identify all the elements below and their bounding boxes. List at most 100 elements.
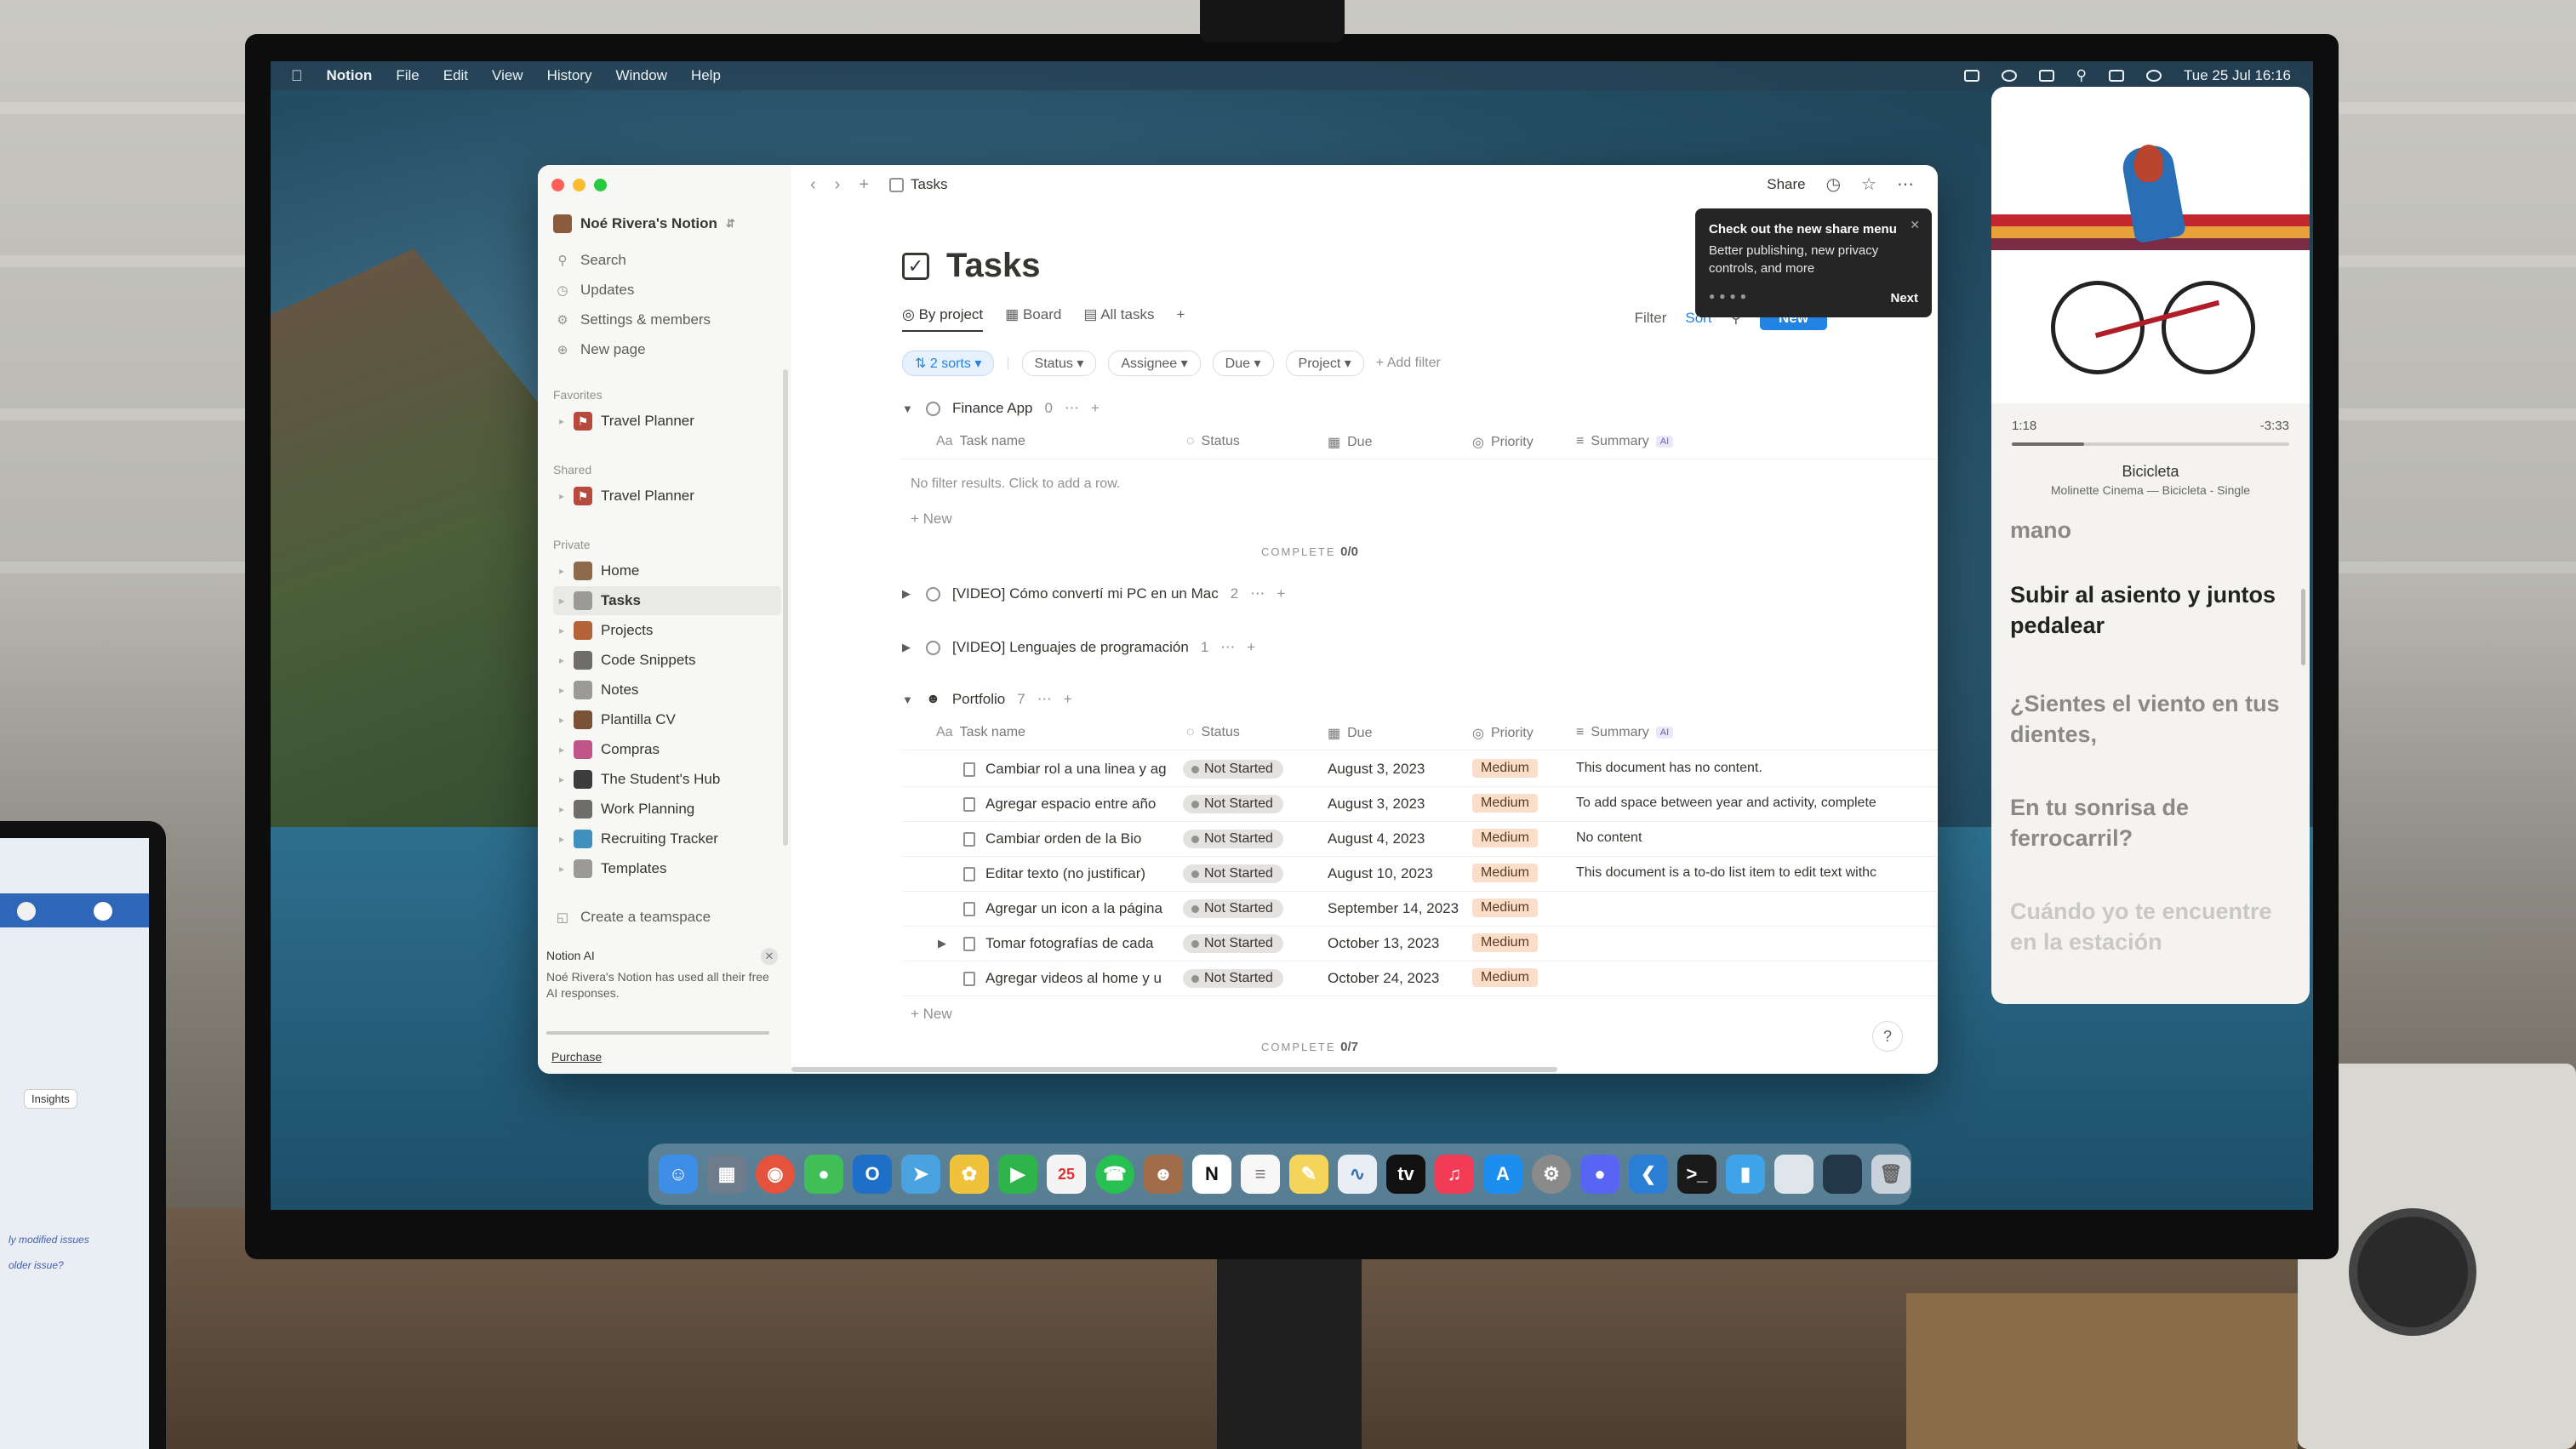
music-icon[interactable]: ♫ bbox=[1435, 1155, 1474, 1194]
more-icon[interactable]: ⋯ bbox=[1220, 639, 1235, 656]
terminal-icon[interactable]: >_ bbox=[1677, 1155, 1716, 1194]
sidebar-updates[interactable]: ◷ Updates bbox=[555, 282, 634, 299]
col-status[interactable]: ◌ Status bbox=[1186, 434, 1240, 449]
page-title[interactable]: Tasks bbox=[946, 247, 1040, 285]
back-arrow-icon[interactable]: ‹ bbox=[810, 175, 816, 195]
trash-icon[interactable]: 🗑 bbox=[1871, 1155, 1911, 1194]
tab-by-project[interactable]: ◎ By project bbox=[902, 306, 984, 332]
task-name-cell[interactable]: Editar texto (no justificar) bbox=[963, 865, 1180, 882]
status-badge[interactable]: Not Started bbox=[1183, 934, 1283, 953]
search-icon[interactable]: ⚲ bbox=[2076, 67, 2087, 84]
freeform-icon[interactable]: ∿ bbox=[1338, 1155, 1377, 1194]
col-summary[interactable]: ≡ Summary AI bbox=[1576, 434, 1674, 449]
menu-clock[interactable]: Tue 25 Jul 16:16 bbox=[2184, 67, 2291, 84]
sidebar-item-work-planning[interactable]: ▸ Work Planning bbox=[553, 795, 781, 824]
screen-preview-icon[interactable] bbox=[1774, 1155, 1813, 1194]
sidebar-item-the-student-s-hub[interactable]: ▸ The Student's Hub bbox=[553, 765, 781, 794]
expand-triangle-icon[interactable]: ▶ bbox=[902, 587, 914, 601]
table-row[interactable]: Agregar espacio entre año Not Started Augu… bbox=[902, 787, 1938, 822]
menu-edit[interactable]: Edit bbox=[443, 67, 468, 84]
chevron-right-icon[interactable]: ▸ bbox=[553, 714, 570, 726]
due-date[interactable]: September 14, 2023 bbox=[1328, 900, 1459, 917]
due-date[interactable]: October 24, 2023 bbox=[1328, 970, 1439, 987]
col-status[interactable]: ◌ Status bbox=[1186, 725, 1240, 740]
table-row[interactable]: Cambiar orden de la Bio Not Started August… bbox=[902, 822, 1938, 857]
table-row[interactable]: Cambiar rol a una linea y ag Not Started A… bbox=[902, 752, 1938, 787]
collapse-triangle-icon[interactable]: ▼ bbox=[902, 693, 914, 706]
add-icon[interactable]: + bbox=[1064, 691, 1072, 708]
notion-icon[interactable]: N bbox=[1192, 1155, 1231, 1194]
status-icon[interactable] bbox=[2001, 70, 2017, 82]
sidebar-item-plantilla-cv[interactable]: ▸ Plantilla CV bbox=[553, 705, 781, 734]
priority-badge[interactable]: Medium bbox=[1472, 864, 1538, 882]
group-portfolio[interactable]: ▼ ☻ Portfolio 7 ⋯ + bbox=[902, 691, 1072, 708]
task-name-cell[interactable]: Agregar videos al home y u bbox=[963, 970, 1180, 987]
app-store-icon[interactable]: A bbox=[1483, 1155, 1522, 1194]
lyric-line[interactable]: Cuándo yo te encuentre en la estación bbox=[2010, 897, 2291, 957]
table-row[interactable]: Agregar videos al home y u Not Started Oct… bbox=[902, 961, 1938, 996]
summary-cell[interactable]: No content bbox=[1576, 830, 1938, 846]
status-badge[interactable]: Not Started bbox=[1183, 760, 1283, 779]
sidebar-settings[interactable]: ⚙ Settings & members bbox=[555, 311, 711, 328]
sidebar-item-projects[interactable]: ▸ Projects bbox=[553, 616, 781, 645]
col-priority[interactable]: ◎ Priority bbox=[1472, 725, 1534, 742]
chevron-right-icon[interactable]: ▸ bbox=[553, 595, 570, 607]
status-badge[interactable]: Not Started bbox=[1183, 795, 1283, 813]
task-name-cell[interactable]: Agregar espacio entre año bbox=[963, 796, 1180, 813]
sorts-chip[interactable]: ⇅ 2 sorts ▾ bbox=[902, 351, 995, 376]
more-icon[interactable]: ⋯ bbox=[1065, 400, 1079, 417]
due-date[interactable]: August 4, 2023 bbox=[1328, 830, 1425, 847]
col-due[interactable]: ▦ Due bbox=[1328, 434, 1372, 451]
apple-tv-icon[interactable]: tv bbox=[1386, 1155, 1425, 1194]
sidebar-item-travel-planner-shared[interactable]: ▸ ⚑ Travel Planner bbox=[553, 482, 781, 511]
sidebar-item-travel-planner-favorite[interactable]: ▸ ⚑ Travel Planner bbox=[553, 407, 781, 436]
chevron-right-icon[interactable]: ▸ bbox=[553, 773, 570, 785]
due-date[interactable]: October 13, 2023 bbox=[1328, 935, 1439, 952]
sidebar-item-recruiting-tracker[interactable]: ▸ Recruiting Tracker bbox=[553, 824, 781, 853]
sidebar-scrollbar[interactable] bbox=[783, 369, 788, 846]
chevron-right-icon[interactable]: ▸ bbox=[553, 803, 570, 815]
lyric-line-current[interactable]: Subir al asiento y juntos pedalear bbox=[2010, 580, 2291, 641]
chevron-right-icon[interactable]: ▸ bbox=[553, 565, 570, 577]
table-row[interactable]: Editar texto (no justificar) Not Started A… bbox=[902, 857, 1938, 892]
group-video-lenguajes[interactable]: ▶ [VIDEO] Lenguajes de programación 1 ⋯ … bbox=[902, 639, 1255, 656]
priority-badge[interactable]: Medium bbox=[1472, 794, 1538, 813]
chevron-right-icon[interactable]: ▸ bbox=[553, 415, 570, 427]
priority-badge[interactable]: Medium bbox=[1472, 898, 1538, 917]
sidebar-new-page[interactable]: ⊕ New page bbox=[555, 341, 646, 358]
window-preview-icon[interactable] bbox=[1823, 1155, 1862, 1194]
folder-icon[interactable]: ▮ bbox=[1726, 1155, 1765, 1194]
summary-cell[interactable]: This document has no content. bbox=[1576, 761, 1938, 776]
priority-badge[interactable]: Medium bbox=[1472, 829, 1538, 847]
priority-badge[interactable]: Medium bbox=[1472, 933, 1538, 952]
menu-file[interactable]: File bbox=[396, 67, 419, 84]
filter-assignee-chip[interactable]: Assignee ▾ bbox=[1108, 351, 1201, 376]
sidebar-item-compras[interactable]: ▸ Compras bbox=[553, 735, 781, 764]
sidebar-item-tasks[interactable]: ▸ Tasks bbox=[553, 586, 781, 615]
add-view-icon[interactable]: + bbox=[1176, 306, 1185, 332]
lyric-line[interactable]: En tu sonrisa de ferrocarril? bbox=[2010, 793, 2291, 853]
status-icon[interactable] bbox=[1963, 70, 1979, 82]
col-summary[interactable]: ≡ Summary AI bbox=[1576, 725, 1674, 740]
menu-app-name[interactable]: Notion bbox=[327, 67, 373, 84]
task-name-cell[interactable]: Tomar fotografías de cada bbox=[963, 935, 1180, 952]
notes-icon[interactable]: ✎ bbox=[1289, 1155, 1328, 1194]
chevron-right-icon[interactable]: ▸ bbox=[553, 654, 570, 666]
task-name-cell[interactable]: Cambiar orden de la Bio bbox=[963, 830, 1180, 847]
group-finance-app[interactable]: ▼ Finance App 0 ⋯ + bbox=[902, 400, 1100, 417]
more-icon[interactable]: ⋯ bbox=[1250, 585, 1265, 602]
due-date[interactable]: August 10, 2023 bbox=[1328, 865, 1433, 882]
new-row-button[interactable]: + New bbox=[911, 1006, 952, 1023]
chevron-right-icon[interactable]: ▸ bbox=[553, 863, 570, 875]
create-teamspace-button[interactable]: ◱ Create a teamspace bbox=[555, 909, 711, 926]
lyrics-scrollbar[interactable] bbox=[2301, 589, 2305, 665]
whatsapp-icon[interactable]: ☎ bbox=[1095, 1155, 1134, 1194]
vscode-icon[interactable]: ❮ bbox=[1629, 1155, 1668, 1194]
horizontal-scrollbar[interactable] bbox=[791, 1067, 1557, 1072]
col-task-name[interactable]: Aa Task name bbox=[936, 434, 1025, 449]
help-button[interactable]: ? bbox=[1872, 1021, 1903, 1052]
add-filter-button[interactable]: + Add filter bbox=[1376, 356, 1441, 371]
more-icon[interactable]: ⋯ bbox=[1037, 691, 1052, 708]
task-name-cell[interactable]: Cambiar rol a una linea y ag bbox=[963, 761, 1180, 778]
battery-icon[interactable] bbox=[2038, 70, 2054, 82]
